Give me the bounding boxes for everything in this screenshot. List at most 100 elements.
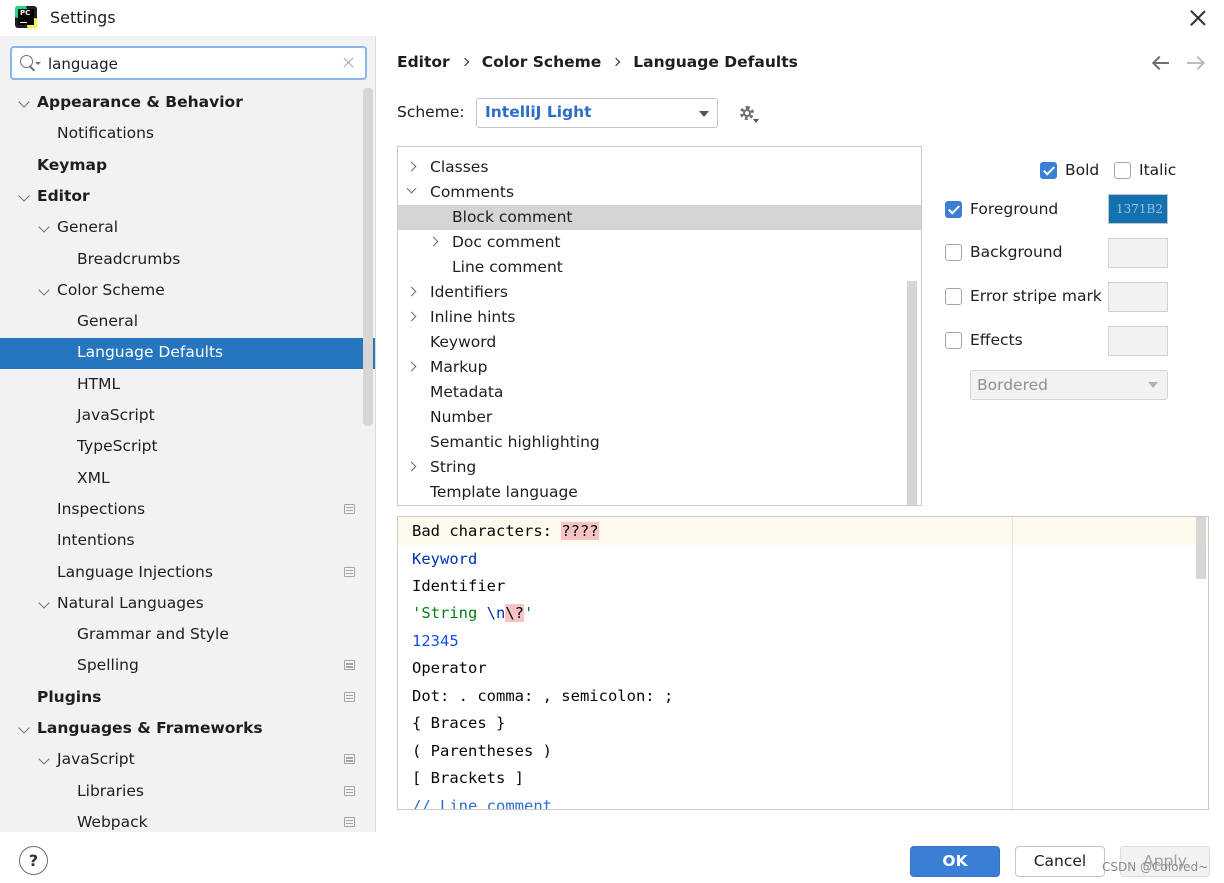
background-color-swatch[interactable] <box>1108 238 1168 268</box>
scheme-dropdown[interactable]: IntelliJ Light <box>476 98 718 128</box>
attribute-tree-scrollbar[interactable] <box>907 281 917 505</box>
chevron-right-icon[interactable] <box>406 286 417 297</box>
sidebar-item[interactable]: Breadcrumbs <box>0 245 375 276</box>
sidebar-item[interactable]: Color Scheme <box>0 276 375 307</box>
preview-line: Identifier <box>412 577 506 595</box>
sidebar-item[interactable]: Webpack <box>0 808 375 832</box>
sidebar-item[interactable]: Editor <box>0 182 375 213</box>
foreground-checkbox[interactable] <box>945 201 962 218</box>
background-checkbox[interactable] <box>945 244 962 261</box>
italic-label: Italic <box>1139 161 1177 179</box>
pycharm-logo-icon: PC <box>15 6 37 28</box>
settings-sidebar: Appearance & Behavior Notifications Keymap… <box>0 36 376 832</box>
chevron-down-icon[interactable] <box>38 753 50 765</box>
sidebar-item[interactable]: Language Injections <box>0 558 375 589</box>
attribute-item[interactable]: Metadata <box>398 380 921 405</box>
project-icon <box>344 566 355 577</box>
sidebar-item[interactable]: Grammar and Style <box>0 620 375 651</box>
attribute-item[interactable]: Markup <box>398 355 921 380</box>
sidebar-item[interactable]: Natural Languages <box>0 589 375 620</box>
chevron-right-icon[interactable] <box>406 311 417 322</box>
attribute-item[interactable]: Block comment <box>398 205 921 230</box>
sidebar-item[interactable]: Spelling <box>0 651 375 682</box>
project-icon <box>344 816 355 827</box>
sidebar-scrollbar[interactable] <box>363 88 373 426</box>
chevron-down-icon[interactable] <box>18 722 30 734</box>
effects-label: Effects <box>970 331 1023 349</box>
effects-checkbox[interactable] <box>945 332 962 349</box>
search-field[interactable] <box>10 46 367 80</box>
chevron-down-icon[interactable] <box>406 183 417 194</box>
sidebar-item[interactable]: Libraries <box>0 777 375 808</box>
breadcrumb-item[interactable]: Color Scheme <box>482 53 602 71</box>
attribute-item[interactable]: Keyword <box>398 330 921 355</box>
chevron-right-icon[interactable] <box>428 236 439 247</box>
bold-checkbox[interactable] <box>1040 162 1057 179</box>
search-input[interactable] <box>48 52 338 76</box>
sidebar-item[interactable]: Languages & Frameworks <box>0 714 375 745</box>
sidebar-item[interactable]: JavaScript <box>0 745 375 776</box>
sidebar-item[interactable]: JavaScript <box>0 401 375 432</box>
ok-button[interactable]: OK <box>910 846 1000 877</box>
back-arrow-icon[interactable] <box>1152 55 1170 71</box>
gear-dropdown-icon[interactable] <box>753 119 759 123</box>
sidebar-item[interactable]: Language Defaults <box>0 338 375 370</box>
code-preview[interactable]: Bad characters: ???? Keyword Identifier … <box>397 516 1209 810</box>
sidebar-item[interactable]: Notifications <box>0 119 375 150</box>
sidebar-item[interactable]: General <box>0 213 375 244</box>
attribute-item[interactable]: Template language <box>398 480 921 505</box>
preview-scrollbar[interactable] <box>1196 517 1206 579</box>
chevron-down-icon[interactable] <box>18 190 30 202</box>
sidebar-item[interactable]: Plugins <box>0 683 375 714</box>
sidebar-item[interactable]: Inspections <box>0 495 375 526</box>
breadcrumb-separator-icon <box>460 57 469 67</box>
attribute-item[interactable]: Identifiers <box>398 280 921 305</box>
sidebar-item-label: Spelling <box>77 656 139 675</box>
italic-checkbox[interactable] <box>1114 162 1131 179</box>
chevron-right-icon[interactable] <box>406 161 417 172</box>
help-button[interactable]: ? <box>19 846 48 875</box>
scheme-value: IntelliJ Light <box>485 103 592 121</box>
sidebar-item[interactable]: Appearance & Behavior <box>0 88 375 119</box>
cancel-button[interactable]: Cancel <box>1015 846 1105 877</box>
sidebar-item[interactable]: Intentions <box>0 526 375 557</box>
breadcrumb-item[interactable]: Language Defaults <box>633 53 798 71</box>
sidebar-item-label: JavaScript <box>57 750 135 769</box>
chevron-down-icon[interactable] <box>18 96 30 108</box>
sidebar-item[interactable]: HTML <box>0 370 375 401</box>
chevron-down-icon[interactable] <box>38 284 50 296</box>
error-stripe-color-swatch[interactable] <box>1108 282 1168 312</box>
attribute-item[interactable]: Doc comment <box>398 230 921 255</box>
effects-type-dropdown[interactable]: Bordered <box>970 370 1168 400</box>
sidebar-item[interactable]: Keymap <box>0 151 375 182</box>
forward-arrow-icon[interactable] <box>1186 55 1204 71</box>
clear-search-icon[interactable] <box>342 56 356 70</box>
chevron-right-icon[interactable] <box>406 461 417 472</box>
chevron-right-icon[interactable] <box>406 361 417 372</box>
attribute-tree: Template language String Semantic highligh… <box>397 146 922 506</box>
attribute-item[interactable]: Inline hints <box>398 305 921 330</box>
chevron-down-icon[interactable] <box>38 597 50 609</box>
sidebar-item[interactable]: XML <box>0 464 375 495</box>
sidebar-item-label: XML <box>77 468 110 487</box>
attribute-item[interactable]: String <box>398 455 921 480</box>
error-stripe-checkbox[interactable] <box>945 288 962 305</box>
attribute-item[interactable]: Classes <box>398 155 921 180</box>
attribute-item[interactable]: Comments <box>398 180 921 205</box>
sidebar-item[interactable]: TypeScript <box>0 432 375 463</box>
search-history-dropdown-icon[interactable] <box>35 62 41 65</box>
breadcrumb-item[interactable]: Editor <box>397 53 450 71</box>
sidebar-item-label: Plugins <box>37 687 102 706</box>
sidebar-item-label: Inspections <box>57 499 146 518</box>
attribute-item[interactable]: Semantic highlighting <box>398 430 921 455</box>
effects-color-swatch[interactable] <box>1108 326 1168 356</box>
chevron-down-icon[interactable] <box>38 221 50 233</box>
sidebar-item-label: Keymap <box>37 155 108 174</box>
attribute-item[interactable]: Line comment <box>398 255 921 280</box>
attribute-item-label: Identifiers <box>430 283 508 301</box>
sidebar-item[interactable]: General <box>0 307 375 338</box>
foreground-color-swatch[interactable]: 1371B2 <box>1108 194 1168 224</box>
sidebar-item-label: Languages & Frameworks <box>37 719 263 737</box>
attribute-item[interactable]: Number <box>398 405 921 430</box>
close-icon[interactable] <box>1186 6 1210 30</box>
